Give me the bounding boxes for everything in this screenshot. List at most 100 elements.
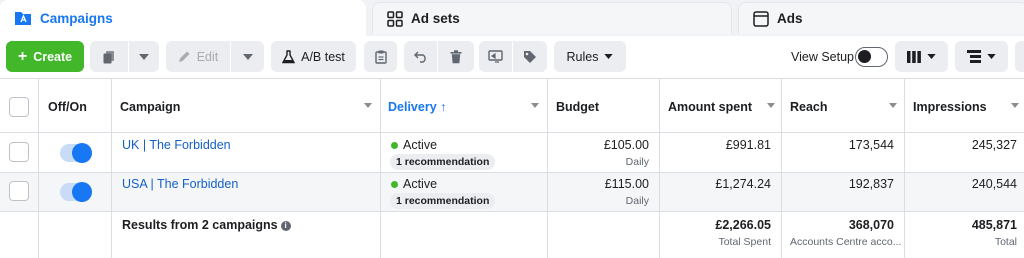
toolbar: + Create Edit A/B test Rules View Setup xyxy=(0,36,1024,78)
tab-label: Ad sets xyxy=(411,11,460,26)
rules-dropdown-button[interactable]: Rules xyxy=(554,41,626,72)
preview-button[interactable] xyxy=(479,41,512,72)
edit-dropdown-button[interactable] xyxy=(231,41,264,72)
toggle-knob xyxy=(72,182,92,202)
header-off-on: Off/On xyxy=(48,100,87,114)
select-all-checkbox[interactable] xyxy=(9,97,29,117)
tab-label: Ads xyxy=(777,11,803,26)
results-summary: Results from 2 campaigns i xyxy=(122,218,291,232)
toggle-knob xyxy=(858,50,871,63)
campaign-name-link[interactable]: USA | The Forbidden xyxy=(122,177,238,191)
status-dot-icon xyxy=(391,142,398,149)
undo-icon xyxy=(413,51,426,63)
create-button[interactable]: + Create xyxy=(6,41,84,72)
sort-caret-icon[interactable] xyxy=(531,103,539,108)
sort-caret-icon[interactable] xyxy=(364,103,372,108)
amount-spent-value: £991.81 xyxy=(725,138,771,152)
header-amount-spent[interactable]: Amount spent xyxy=(668,100,752,114)
pencil-icon xyxy=(178,51,190,62)
edit-button[interactable]: Edit xyxy=(166,41,230,72)
ad-card-icon xyxy=(753,10,769,27)
reach-value: 173,544 xyxy=(848,138,894,152)
divider xyxy=(781,79,782,258)
view-setup-toggle[interactable] xyxy=(855,47,888,67)
campaign-toggle[interactable] xyxy=(60,182,92,202)
trash-icon xyxy=(450,49,462,63)
total-amount-spent-note: Total Spent xyxy=(718,236,771,248)
tag-button[interactable] xyxy=(513,41,547,72)
total-impressions: 485,871 xyxy=(971,218,1017,232)
caret-down-icon xyxy=(604,54,614,59)
ab-test-button[interactable]: A/B test xyxy=(271,41,356,72)
divider xyxy=(0,172,1024,173)
sort-ascending-icon: ↑ xyxy=(440,100,447,114)
columns-icon xyxy=(907,50,921,63)
tab-ads[interactable]: Ads xyxy=(738,2,1024,34)
caret-down-icon xyxy=(242,53,253,60)
budget-period: Daily xyxy=(625,156,649,168)
reach-value: 192,837 xyxy=(848,177,894,191)
total-reach-note: Accounts Centre acco... xyxy=(790,236,902,248)
row-checkbox[interactable] xyxy=(9,142,29,162)
impressions-value: 240,544 xyxy=(971,177,1017,191)
budget-period: Daily xyxy=(625,195,649,207)
impressions-value: 245,327 xyxy=(971,138,1017,152)
more-button[interactable] xyxy=(1015,41,1024,72)
divider xyxy=(904,79,905,258)
divider xyxy=(38,79,39,258)
breakdown-dropdown-button[interactable] xyxy=(955,41,1008,72)
tab-campaigns[interactable]: Campaigns xyxy=(0,0,366,36)
divider xyxy=(0,211,1024,212)
caret-down-icon xyxy=(927,54,936,59)
header-campaign[interactable]: Campaign xyxy=(120,100,180,114)
toggle-knob xyxy=(72,143,92,163)
grid-icon xyxy=(387,10,403,27)
campaign-toggle[interactable] xyxy=(60,143,92,163)
header-impressions[interactable]: Impressions xyxy=(913,100,987,114)
tab-label: Campaigns xyxy=(40,10,113,26)
header-delivery[interactable]: Delivery ↑ xyxy=(388,100,446,114)
clipboard-button[interactable] xyxy=(364,41,397,72)
info-icon[interactable]: i xyxy=(280,221,291,231)
preview-icon xyxy=(488,49,503,63)
clipboard-icon xyxy=(374,50,387,64)
folder-icon xyxy=(15,12,31,25)
campaigns-table: Off/On Campaign Delivery ↑ Budget Amount… xyxy=(0,78,1024,258)
duplicate-button[interactable] xyxy=(90,41,128,72)
flask-icon xyxy=(282,49,296,63)
total-amount-spent: £2,266.05 xyxy=(715,218,771,232)
plus-icon: + xyxy=(17,47,28,65)
breakdown-icon xyxy=(967,50,981,63)
columns-dropdown-button[interactable] xyxy=(895,41,948,72)
divider xyxy=(380,79,381,258)
duplicate-icon xyxy=(103,50,114,63)
status-dot-icon xyxy=(391,181,398,188)
amount-spent-value: £1,274.24 xyxy=(715,177,771,191)
delete-button[interactable] xyxy=(438,41,474,72)
divider xyxy=(0,132,1024,133)
header-reach[interactable]: Reach xyxy=(790,100,828,114)
recommendation-badge[interactable]: 1 recommendation xyxy=(390,154,496,170)
recommendation-badge[interactable]: 1 recommendation xyxy=(390,193,496,209)
tab-bar: Campaigns Ad sets Ads xyxy=(0,0,1024,36)
header-budget[interactable]: Budget xyxy=(556,100,599,114)
budget-value: £105.00 xyxy=(603,138,649,152)
budget-value: £115.00 xyxy=(604,177,649,191)
sort-caret-icon[interactable] xyxy=(889,103,897,108)
sort-caret-icon[interactable] xyxy=(1011,103,1019,108)
sort-caret-icon[interactable] xyxy=(767,103,775,108)
delivery-status: Active xyxy=(403,138,438,152)
total-impressions-note: Total xyxy=(994,236,1017,248)
divider xyxy=(111,79,112,258)
tab-ad-sets[interactable]: Ad sets xyxy=(372,2,732,34)
duplicate-dropdown-button[interactable] xyxy=(129,41,159,72)
tag-icon xyxy=(524,50,536,63)
campaign-name-link[interactable]: UK | The Forbidden xyxy=(122,138,231,152)
undo-button[interactable] xyxy=(404,41,437,72)
caret-down-icon xyxy=(987,54,996,59)
delivery-status: Active xyxy=(403,177,438,191)
caret-down-icon xyxy=(139,53,149,60)
view-setup-label: View Setup xyxy=(791,50,855,64)
total-reach: 368,070 xyxy=(848,218,894,232)
row-checkbox[interactable] xyxy=(9,181,29,201)
